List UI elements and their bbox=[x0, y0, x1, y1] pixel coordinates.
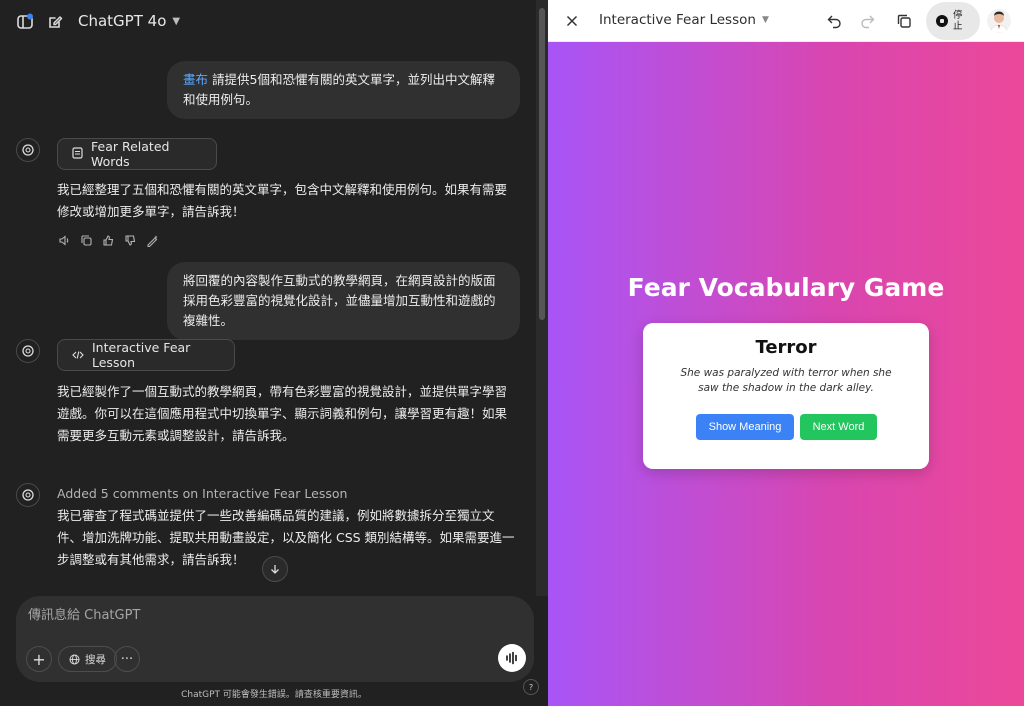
chat-topbar: ChatGPT 4o ▼ bbox=[0, 0, 548, 44]
chat-transcript: 畫布 請提供5個和恐懼有關的英文單字，並列出中文解釋和使用例句。 Fear Re… bbox=[0, 44, 536, 584]
message-input[interactable]: 傳訊息給 ChatGPT bbox=[28, 604, 140, 623]
disclaimer-text: ChatGPT 可能會發生錯誤。請查核重要資訊。 bbox=[181, 690, 367, 700]
new-chat-icon[interactable] bbox=[44, 11, 66, 33]
search-label: 搜尋 bbox=[85, 653, 106, 666]
search-toggle-button[interactable]: 搜尋 bbox=[58, 646, 117, 672]
user-avatar[interactable] bbox=[987, 9, 1011, 33]
assistant-message: 我已經製作了一個互動式的教學網頁，帶有色彩豐富的視覺設計，並提供單字學習遊戲。你… bbox=[57, 384, 508, 443]
canvas-header: Interactive Fear Lesson ▼ 停止 bbox=[548, 0, 1024, 42]
vocab-card: Terror She was paralyzed with terror whe… bbox=[643, 323, 929, 469]
ellipsis-icon: ··· bbox=[120, 651, 134, 667]
code-icon bbox=[72, 348, 84, 363]
attach-button[interactable]: + bbox=[26, 646, 52, 672]
chatgpt-logo-icon bbox=[16, 483, 40, 507]
more-tools-button[interactable]: ··· bbox=[114, 646, 140, 672]
chevron-down-icon: ▼ bbox=[761, 15, 769, 25]
chevron-down-icon: ▼ bbox=[172, 15, 181, 27]
plus-icon: + bbox=[32, 649, 46, 669]
scrollbar-thumb[interactable] bbox=[539, 8, 545, 320]
canvas-mention: 畫布 bbox=[183, 72, 209, 87]
waveform-icon bbox=[506, 651, 517, 665]
show-meaning-button[interactable]: Show Meaning bbox=[696, 414, 794, 440]
message-actions bbox=[57, 233, 159, 247]
user-message-text: 請提供5個和恐懼有關的英文單字，並列出中文解釋和使用例句。 bbox=[183, 72, 495, 107]
thumbs-up-icon[interactable] bbox=[101, 233, 115, 247]
model-name: ChatGPT 4o bbox=[78, 12, 167, 30]
user-message-text: 將回覆的內容製作互動式的教學網頁，在網頁設計的版面採用色彩豐富的視覺化設計，並儘… bbox=[183, 273, 496, 328]
globe-icon bbox=[69, 654, 80, 664]
user-message: 將回覆的內容製作互動式的教學網頁，在網頁設計的版面採用色彩豐富的視覺化設計，並儘… bbox=[167, 262, 520, 340]
redo-icon[interactable] bbox=[858, 11, 878, 31]
game-title: Fear Vocabulary Game bbox=[627, 273, 945, 302]
canvas-title-text: Interactive Fear Lesson bbox=[599, 12, 756, 28]
canvas-doc-chip-fear-words[interactable]: Fear Related Words bbox=[57, 138, 217, 170]
model-selector[interactable]: ChatGPT 4o ▼ bbox=[78, 12, 180, 30]
user-message: 畫布 請提供5個和恐懼有關的英文單字，並列出中文解釋和使用例句。 bbox=[167, 61, 520, 119]
help-button[interactable]: ? bbox=[523, 679, 539, 695]
chat-pane: ChatGPT 4o ▼ 畫布 請提供5個和恐懼有關的英文單字，並列出中文解釋和… bbox=[0, 0, 548, 706]
chatgpt-logo-icon bbox=[16, 339, 40, 363]
thumbs-down-icon[interactable] bbox=[123, 233, 137, 247]
copy-icon[interactable] bbox=[79, 233, 93, 247]
scroll-to-bottom-button[interactable] bbox=[262, 556, 288, 582]
assistant-message: 我已經整理了五個和恐懼有關的英文單字，包含中文解釋和使用例句。如果有需要修改或增… bbox=[57, 182, 508, 219]
question-mark-icon: ? bbox=[528, 682, 534, 692]
stop-button[interactable]: 停止 bbox=[926, 2, 980, 40]
vocab-word: Terror bbox=[755, 337, 817, 358]
close-icon[interactable] bbox=[563, 12, 581, 30]
canvas-preview: Fear Vocabulary Game Terror She was para… bbox=[548, 42, 1024, 706]
arrow-down-icon bbox=[271, 565, 279, 574]
example-sentence: She was paralyzed with terror when she s… bbox=[680, 367, 892, 394]
assistant-message: 我已審查了程式碼並提供了一些改善編碼品質的建議，例如將數據拆分至獨立文件、增加洗… bbox=[57, 508, 515, 567]
sidebar-toggle-icon[interactable] bbox=[14, 11, 36, 33]
stop-label: 停止 bbox=[953, 10, 963, 32]
comments-status: Added 5 comments on Interactive Fear Les… bbox=[57, 486, 348, 501]
canvas-pane: Interactive Fear Lesson ▼ 停止 Fear Vocabu… bbox=[548, 0, 1024, 706]
read-aloud-icon[interactable] bbox=[57, 233, 71, 247]
chip-label: Interactive Fear Lesson bbox=[92, 340, 191, 370]
undo-icon[interactable] bbox=[824, 11, 844, 31]
stop-icon bbox=[936, 15, 948, 27]
chatgpt-logo-icon bbox=[16, 138, 40, 162]
canvas-doc-chip-interactive-lesson[interactable]: Interactive Fear Lesson bbox=[57, 339, 235, 371]
voice-mode-button[interactable] bbox=[498, 644, 526, 672]
canvas-title[interactable]: Interactive Fear Lesson ▼ bbox=[599, 12, 769, 28]
chip-label: Fear Related Words bbox=[91, 139, 170, 169]
copy-icon[interactable] bbox=[894, 11, 914, 31]
next-word-button[interactable]: Next Word bbox=[800, 414, 877, 440]
edit-in-canvas-icon[interactable] bbox=[145, 233, 159, 247]
document-icon bbox=[72, 146, 83, 162]
message-composer: 傳訊息給 ChatGPT + 搜尋 ··· bbox=[16, 596, 534, 682]
